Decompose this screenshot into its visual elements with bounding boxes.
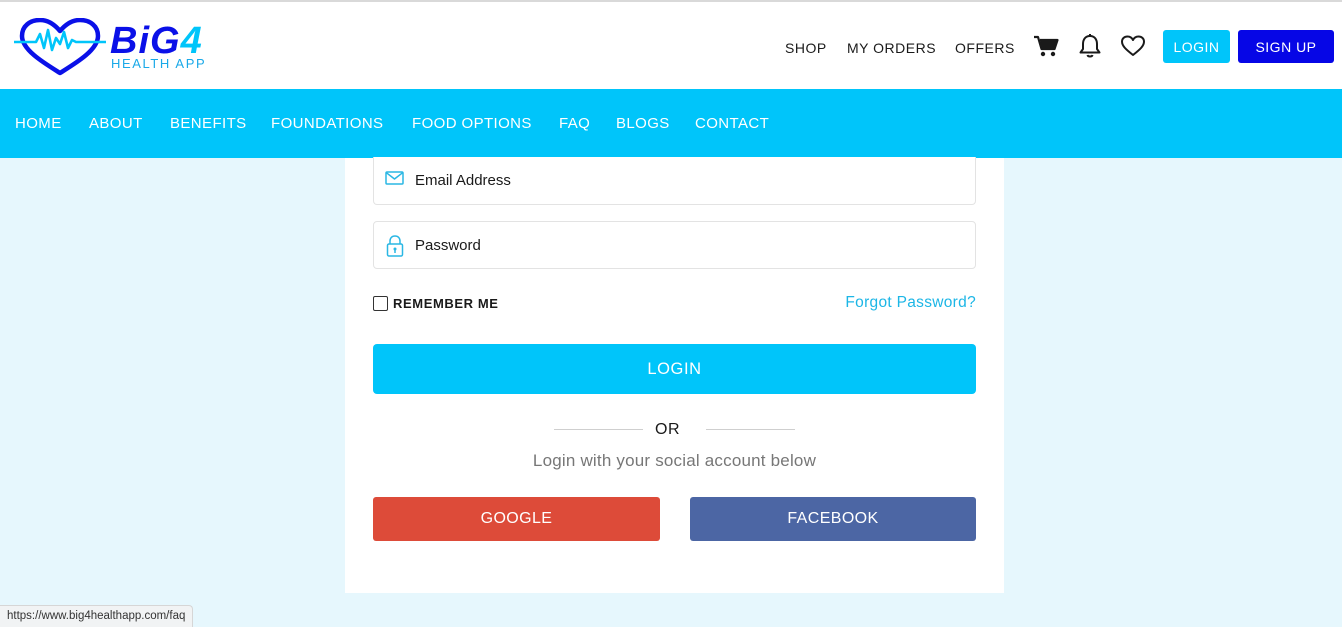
or-label: OR <box>655 421 681 438</box>
remember-me[interactable]: REMEMBER ME <box>373 296 499 311</box>
remember-me-checkbox[interactable] <box>373 296 388 311</box>
cart-icon[interactable] <box>1031 31 1061 61</box>
google-login-button[interactable]: GOOGLE <box>373 497 660 541</box>
logo[interactable]: BiG4 HEALTH APP <box>14 18 229 78</box>
bell-icon[interactable] <box>1075 31 1105 61</box>
remember-me-label: REMEMBER ME <box>393 296 499 311</box>
status-bar-url: https://www.big4healthapp.com/faq <box>0 605 194 627</box>
nav-item-benefits[interactable]: BENEFITS <box>170 115 247 132</box>
login-card: REMEMBER ME Forgot Password? LOGIN OR Lo… <box>345 157 1004 593</box>
nav-item-home[interactable]: HOME <box>15 115 62 132</box>
main-nav: HOME ABOUT BENEFITS FOUNDATIONS FOOD OPT… <box>0 89 1342 158</box>
email-field[interactable] <box>373 157 976 205</box>
nav-item-foundations[interactable]: FOUNDATIONS <box>271 115 383 132</box>
heart-pulse-logo-icon <box>14 18 106 76</box>
top-link-offers[interactable]: OFFERS <box>955 40 1015 56</box>
top-link-shop[interactable]: SHOP <box>785 40 827 56</box>
header-login-button[interactable]: LOGIN <box>1163 30 1230 63</box>
email-input[interactable] <box>415 157 955 203</box>
logo-wordmark: BiG4 <box>110 20 203 62</box>
nav-item-food-options[interactable]: FOOD OPTIONS <box>412 115 532 132</box>
or-divider-left <box>554 429 643 430</box>
padlock-icon <box>385 234 405 257</box>
header-signup-button[interactable]: SIGN UP <box>1238 30 1334 63</box>
facebook-login-button[interactable]: FACEBOOK <box>690 497 976 541</box>
forgot-password-link[interactable]: Forgot Password? <box>845 294 976 312</box>
password-field[interactable] <box>373 221 976 269</box>
nav-item-blogs[interactable]: BLOGS <box>616 115 670 132</box>
top-link-my-orders[interactable]: MY ORDERS <box>847 40 936 56</box>
logo-tagline: HEALTH APP <box>111 56 207 71</box>
heart-icon[interactable] <box>1118 31 1148 61</box>
password-input[interactable] <box>415 222 955 268</box>
nav-item-faq[interactable]: FAQ <box>559 115 590 132</box>
login-button[interactable]: LOGIN <box>373 344 976 394</box>
or-divider-right <box>706 429 795 430</box>
social-login-text: Login with your social account below <box>532 451 817 470</box>
top-header: BiG4 HEALTH APP SHOP MY ORDERS OFFERS LO… <box>0 2 1342 89</box>
nav-item-contact[interactable]: CONTACT <box>695 115 769 132</box>
nav-item-about[interactable]: ABOUT <box>89 115 143 132</box>
envelope-icon <box>385 168 405 190</box>
